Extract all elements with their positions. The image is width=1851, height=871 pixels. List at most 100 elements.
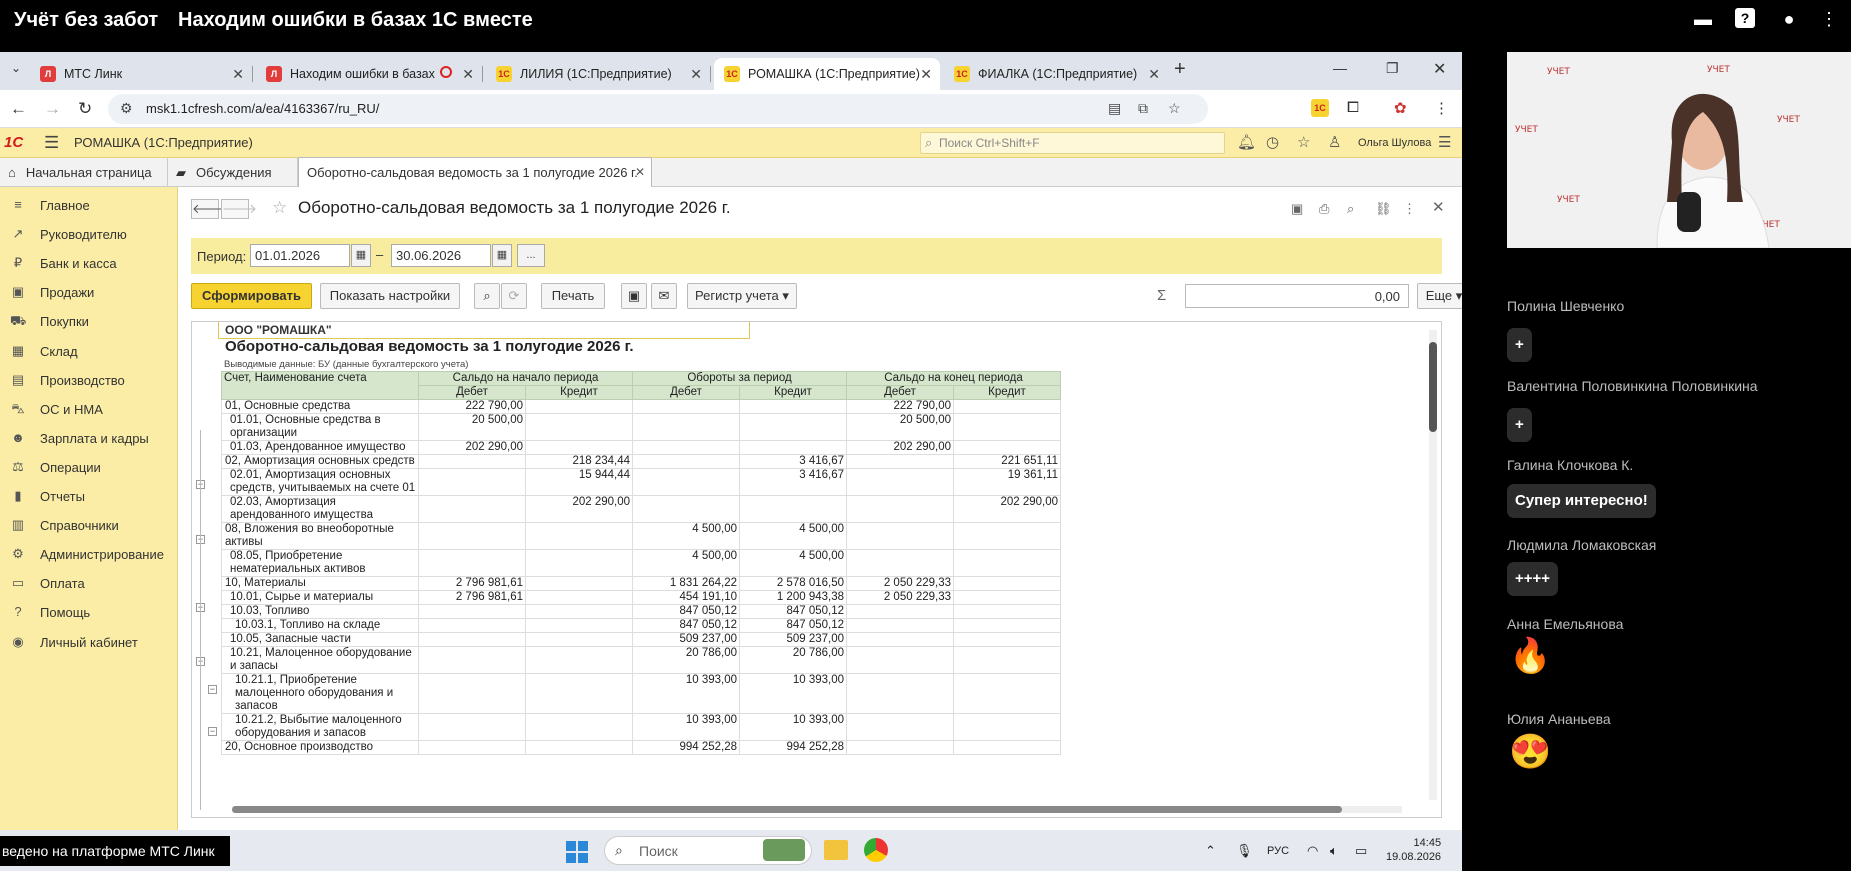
sidebar-item[interactable]: ▦ Склад [0, 340, 178, 364]
global-search-input[interactable]: ⌕ Поиск Ctrl+Shift+F [920, 132, 1225, 154]
browser-tab-1[interactable]: Л МТС Линк ✕ [30, 58, 253, 90]
sidebar-item[interactable]: ▮ Отчеты [0, 485, 178, 509]
extensions-icon[interactable]: ⧠ [1347, 99, 1359, 116]
date-from-input[interactable]: 01.01.2026 [250, 244, 350, 267]
wifi-icon[interactable]: ◠ [1307, 843, 1318, 859]
table-row[interactable]: 10.21.2, Выбытие малоценного оборудовани… [221, 713, 1061, 741]
sidebar-item[interactable]: ≡ Главное [0, 194, 178, 218]
close-tab-icon[interactable]: ✕ [462, 66, 474, 83]
windows-start-icon[interactable] [566, 841, 588, 863]
add-favorite-star-icon[interactable]: ☆ [272, 198, 287, 218]
chrome-icon[interactable] [864, 838, 888, 862]
save-icon[interactable]: ▣ [1291, 201, 1303, 217]
form-back-button[interactable]: 🡐 [191, 199, 227, 219]
user-account-icon[interactable]: ♙ [1328, 133, 1341, 151]
sidebar-item[interactable]: ▥ Справочники [0, 514, 178, 538]
more-vert-icon[interactable]: ⋮ [1818, 8, 1840, 30]
print-icon[interactable]: ⎙ [1319, 201, 1329, 217]
settings-menu-icon[interactable]: ☰ [1438, 133, 1451, 151]
menu-icon[interactable]: ☰ [44, 133, 59, 153]
sidebar-item[interactable]: ▣ Продажи [0, 281, 178, 305]
save-report-icon[interactable]: ▣ [621, 283, 647, 309]
sidebar-item[interactable]: ₽ Банк и касса [0, 252, 178, 276]
table-row[interactable]: 10.01, Сырье и материалы 2 796 981,61 454 … [221, 590, 1061, 605]
user-icon[interactable]: ● [1778, 8, 1800, 30]
favorites-star-icon[interactable]: ☆ [1297, 133, 1310, 151]
tray-chevron-icon[interactable]: ⌃ [1205, 843, 1216, 859]
preview-icon[interactable]: ⌕ [1347, 201, 1354, 217]
close-tab-icon[interactable]: ✕ [1148, 66, 1160, 83]
tab-discussions[interactable]: ▰ Обсуждения [168, 158, 298, 187]
table-row[interactable]: 10.21.1, Приобретение малоценного оборуд… [221, 673, 1061, 714]
sidebar-item[interactable]: ⛟ Покупки [0, 310, 178, 334]
browser-tab-4-active[interactable]: 1С РОМАШКА (1С:Предприятие) ✕ [714, 58, 940, 90]
vertical-scroll-thumb[interactable] [1429, 342, 1437, 432]
close-tab-icon[interactable]: ✕ [635, 165, 645, 179]
taskbar-search-input[interactable]: ⌕ Поиск [604, 836, 812, 865]
table-row[interactable]: 02.03, Амортизация арендованного имущест… [221, 495, 1061, 523]
close-form-icon[interactable]: ✕ [1432, 198, 1445, 216]
tab-home-page[interactable]: ⌂ Начальная страница [0, 158, 168, 187]
chat-icon[interactable]: ▬ [1692, 8, 1714, 30]
sidebar-item[interactable]: ⛍ ОС и НМА [0, 398, 178, 422]
microphone-icon[interactable]: 🎙︎ [1236, 843, 1253, 859]
table-row[interactable]: 10.03.1, Топливо на складе 847 050,12 847 … [221, 618, 1061, 633]
close-tab-icon[interactable]: ✕ [690, 66, 702, 83]
period-select-button[interactable]: ... [517, 244, 545, 267]
notifications-bell-icon[interactable]: 🔔︎ [1237, 133, 1256, 151]
tab-osv-report[interactable]: Оборотно-сальдовая ведомость за 1 полуго… [298, 157, 652, 187]
horizontal-scroll-thumb[interactable] [232, 806, 1342, 813]
1c-extension-icon[interactable]: 1С [1311, 99, 1329, 117]
address-bar[interactable]: ⚙ msk1.1cfresh.com/a/ea/4163367/ru_RU/ ▤… [108, 94, 1208, 124]
close-window-icon[interactable]: ✕ [1433, 59, 1446, 79]
table-row[interactable]: 01, Основные средства 222 790,00 222 790,0… [221, 399, 1061, 414]
collapse-group-icon[interactable]: − [208, 727, 217, 736]
sidebar-item[interactable]: ▭ Оплата [0, 572, 178, 596]
volume-icon[interactable]: 🔈︎ [1330, 843, 1338, 859]
close-tab-icon[interactable]: ✕ [920, 66, 932, 83]
close-tab-icon[interactable]: ✕ [232, 66, 244, 83]
link-icon[interactable]: ⛓ [1375, 201, 1392, 217]
calendar-from-icon[interactable]: ▦ [351, 244, 371, 267]
table-row[interactable]: 02.01, Амортизация основных средств, учи… [221, 468, 1061, 496]
clipboard-icon[interactable]: ▤ [1108, 100, 1121, 117]
forward-icon[interactable]: → [44, 99, 61, 119]
table-row[interactable]: 02, Амортизация основных средств 218 234,… [221, 454, 1061, 469]
table-row[interactable]: 10, Материалы 2 796 981,61 1 831 264,22 2 5… [221, 576, 1061, 591]
sidebar-item[interactable]: ? Помощь [0, 601, 178, 625]
back-icon[interactable]: ← [10, 99, 27, 119]
reload-icon[interactable]: ↻ [78, 99, 92, 119]
browser-tab-5[interactable]: 1С ФИАЛКА (1С:Предприятие) ✕ [944, 58, 1168, 90]
send-mail-icon[interactable]: ✉ [651, 283, 677, 309]
taskbar-clock[interactable]: 14:45 19.08.2026 [1386, 836, 1441, 864]
form-forward-button[interactable]: 🡒 [221, 199, 257, 219]
sidebar-item[interactable]: ◉ Личный кабинет [0, 631, 178, 655]
file-explorer-icon[interactable] [824, 840, 848, 860]
table-row[interactable]: 01.03, Арендованное имущество 202 290,00 2… [221, 440, 1061, 455]
register-button[interactable]: Регистр учета ▾ [687, 283, 797, 309]
history-icon[interactable]: ◷ [1266, 133, 1279, 151]
find-icon[interactable]: ⌕ [474, 283, 500, 309]
table-row[interactable]: 08.05, Приобретение нематериальных актив… [221, 549, 1061, 577]
browser-tab-2[interactable]: Л Находим ошибки в базах ✕ [256, 58, 483, 90]
table-row[interactable]: 20, Основное производство 994 252,28 994 2… [221, 740, 1061, 755]
calendar-to-icon[interactable]: ▦ [492, 244, 512, 267]
install-icon[interactable]: ⧉ [1138, 100, 1148, 117]
generate-button[interactable]: Сформировать [191, 283, 312, 309]
table-row[interactable]: 10.05, Запасные части 509 237,00 509 237,0… [221, 632, 1061, 647]
browser-tab-3[interactable]: 1С ЛИЛИЯ (1С:Предприятие) ✕ [486, 58, 711, 90]
collapse-group-icon[interactable]: − [208, 685, 217, 694]
battery-icon[interactable]: ▭ [1355, 843, 1367, 859]
sidebar-item[interactable]: ⚙ Администрирование [0, 543, 178, 567]
sidebar-item[interactable]: ☻ Зарплата и кадры [0, 427, 178, 451]
find-next-icon[interactable]: ⟳ [501, 283, 527, 309]
site-settings-icon[interactable]: ⚙ [120, 100, 133, 117]
browser-menu-icon[interactable]: ⋮ [1434, 99, 1449, 117]
table-row[interactable]: 01.01, Основные средства в организации 20… [221, 413, 1061, 441]
language-indicator[interactable]: РУС [1267, 845, 1289, 857]
minimize-icon[interactable]: — [1333, 60, 1347, 76]
bookmark-star-icon[interactable]: ☆ [1168, 100, 1181, 117]
help-icon[interactable]: ? [1735, 8, 1755, 28]
profile-avatar-icon[interactable]: ✿ [1394, 99, 1407, 117]
table-row[interactable]: 08, Вложения во внеоборотные активы 4 500… [221, 522, 1061, 550]
